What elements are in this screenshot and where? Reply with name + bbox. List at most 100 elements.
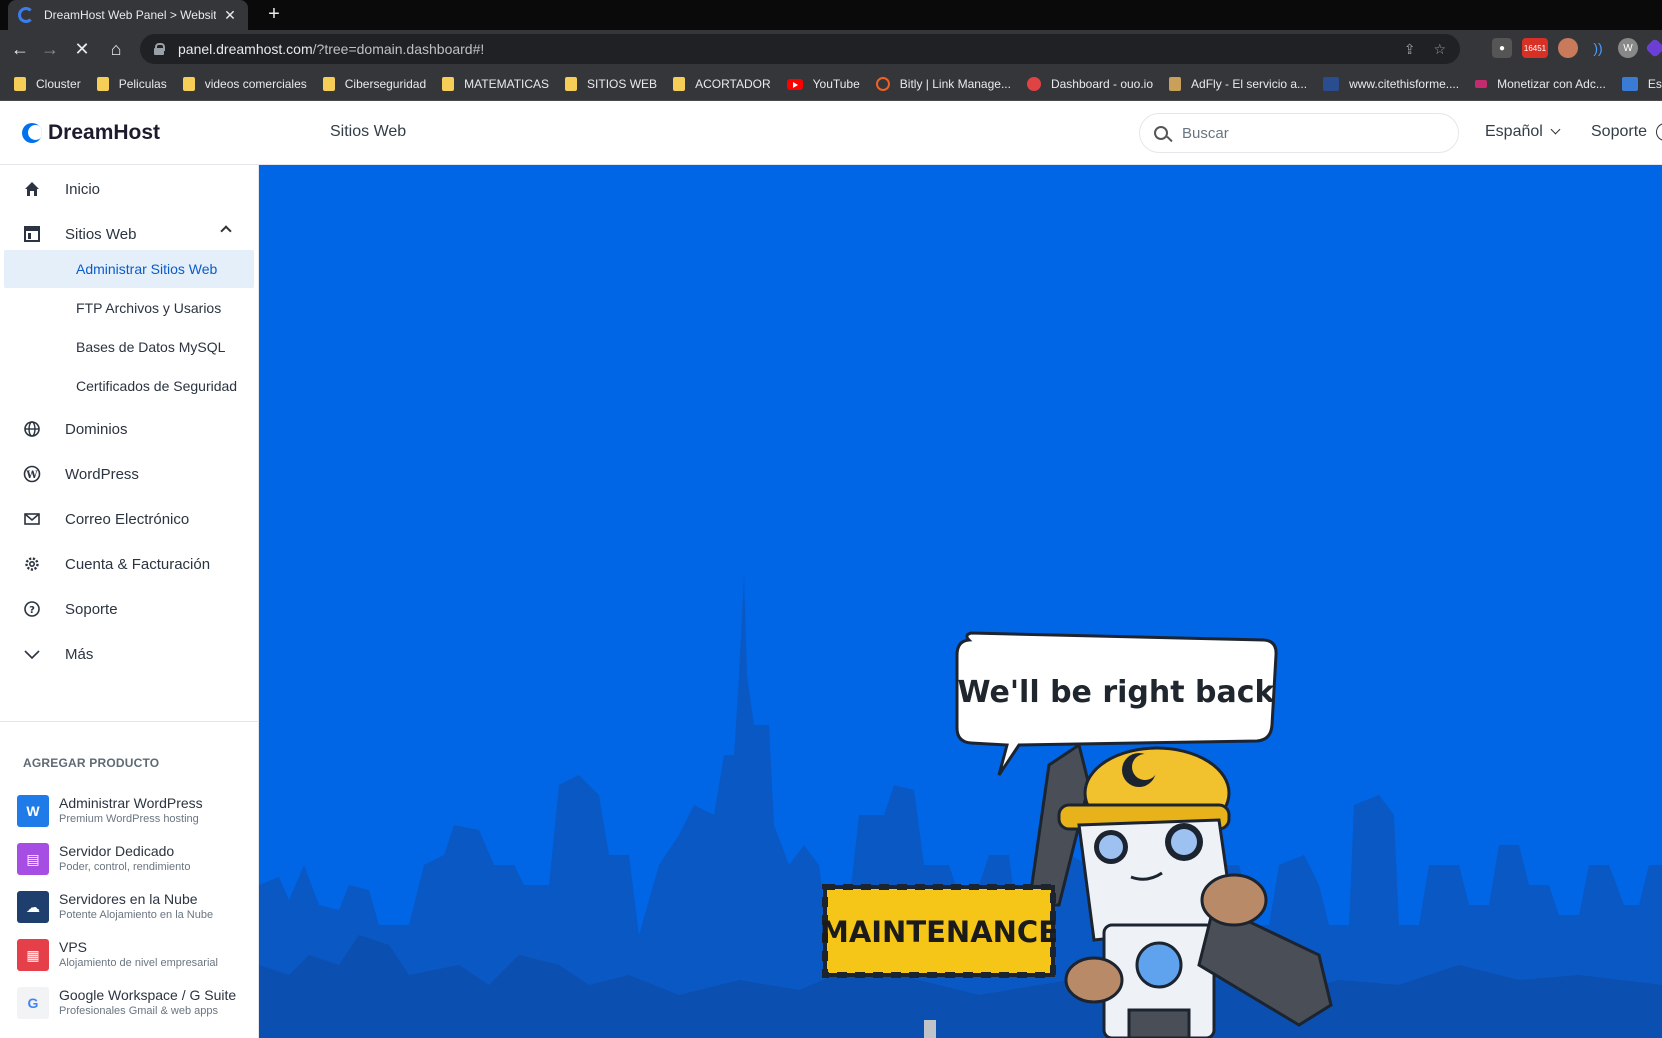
bubble-text: We'll be right back bbox=[958, 675, 1276, 710]
product-vps[interactable]: ▦ VPS Alojamiento de nivel empresarial bbox=[17, 939, 257, 983]
close-tab-icon[interactable]: ✕ bbox=[222, 7, 238, 24]
stop-loading-icon[interactable]: ✕ bbox=[70, 38, 94, 60]
globe-icon bbox=[22, 419, 42, 439]
bookmark-item[interactable]: ACORTADOR bbox=[673, 77, 771, 91]
ouo-icon bbox=[1026, 77, 1041, 91]
bookmark-item[interactable]: Clouster bbox=[14, 77, 81, 91]
sidebar-item-label: Más bbox=[65, 645, 94, 663]
bookmark-label: ACORTADOR bbox=[695, 77, 771, 91]
browser-chrome: DreamHost Web Panel > Website ✕ + ← → ✕ … bbox=[0, 0, 1662, 101]
sidebar-item-label: Correo Electrónico bbox=[65, 510, 190, 528]
url-path: /?tree=domain.dashboard#! bbox=[312, 41, 485, 57]
wordpress-icon: W bbox=[22, 464, 42, 484]
bookmark-item[interactable]: SITIOS WEB bbox=[565, 77, 657, 91]
address-bar[interactable]: panel.dreamhost.com /?tree=domain.dashbo… bbox=[140, 34, 1460, 64]
subitem-administrar-sitios[interactable]: Administrar Sitios Web bbox=[4, 250, 254, 288]
star-icon[interactable]: ☆ bbox=[1433, 41, 1446, 58]
folder-icon bbox=[322, 77, 335, 91]
bookmark-item[interactable]: www.citethisforme.... bbox=[1323, 77, 1459, 91]
sidebar-item-wordpress[interactable]: W WordPress bbox=[0, 452, 258, 496]
chevron-down-icon bbox=[22, 644, 42, 664]
bookmark-item[interactable]: Monetizar con Adc... bbox=[1475, 77, 1606, 91]
folder-icon bbox=[673, 77, 686, 91]
folder-icon bbox=[442, 77, 455, 91]
loading-favicon-icon bbox=[18, 7, 34, 23]
wordpress-extension-icon[interactable]: W bbox=[1618, 38, 1638, 58]
support-link[interactable]: Soporte bbox=[1591, 123, 1662, 141]
adfly-icon bbox=[1169, 77, 1182, 91]
sidebar-item-label: Soporte bbox=[65, 600, 118, 618]
bookmark-item[interactable]: Escrito bbox=[1621, 77, 1662, 91]
product-google-workspace[interactable]: G Google Workspace / G Suite Profesionale… bbox=[17, 987, 257, 1031]
share-icon[interactable]: ⇪ bbox=[1404, 41, 1416, 58]
folder-icon bbox=[182, 77, 195, 91]
sidebar-item-label: Inicio bbox=[65, 180, 101, 198]
language-selector[interactable]: Español bbox=[1485, 123, 1561, 141]
wordpress-product-icon: W bbox=[17, 795, 49, 827]
cite-icon bbox=[1323, 77, 1340, 91]
folder-icon bbox=[14, 77, 26, 91]
bitly-icon bbox=[875, 77, 890, 91]
mail-badge-icon[interactable]: 16451 bbox=[1522, 38, 1548, 58]
subitem-ftp[interactable]: FTP Archivos y Usarios bbox=[4, 289, 254, 327]
bookmark-label: SITIOS WEB bbox=[587, 77, 658, 91]
extension-icon[interactable]: ● bbox=[1492, 38, 1512, 58]
google-product-icon: G bbox=[17, 987, 49, 1019]
diamond-extension-icon[interactable] bbox=[1645, 38, 1662, 58]
subitem-certificados[interactable]: Certificados de Seguridad bbox=[4, 367, 254, 405]
dreamhost-logo[interactable]: DreamHost bbox=[22, 121, 160, 145]
tab-title: DreamHost Web Panel > Website bbox=[44, 8, 216, 22]
new-tab-button[interactable]: + bbox=[262, 3, 286, 26]
sidebar-item-label: Dominios bbox=[65, 420, 128, 438]
bookmark-item[interactable]: Peliculas bbox=[96, 77, 167, 91]
product-cloud-servers[interactable]: ☁ Servidores en la Nube Potente Alojamien… bbox=[17, 891, 257, 935]
bookmark-item[interactable]: YouTube bbox=[786, 77, 860, 91]
home-icon[interactable]: ⌂ bbox=[104, 38, 128, 60]
search-input[interactable] bbox=[1182, 124, 1422, 142]
bookmark-label: Peliculas bbox=[118, 77, 167, 91]
panel-header: DreamHost Sitios Web Español Soporte bbox=[0, 101, 1662, 165]
back-arrow-icon[interactable]: ← bbox=[8, 38, 32, 60]
sidebar-item-label: Sitios Web bbox=[65, 225, 137, 243]
search-box[interactable] bbox=[1139, 113, 1459, 153]
sidebar-item-inicio[interactable]: Inicio bbox=[0, 167, 258, 211]
sidebar-item-dominios[interactable]: Dominios bbox=[0, 407, 258, 451]
svg-text:?: ? bbox=[29, 605, 35, 616]
bookmark-label: YouTube bbox=[812, 77, 860, 91]
product-desc: Alojamiento de nivel empresarial bbox=[59, 957, 218, 969]
browser-toolbar: ← → ✕ ⌂ panel.dreamhost.com /?tree=domai… bbox=[0, 30, 1662, 68]
bookmark-item[interactable]: Ciberseguridad bbox=[322, 77, 427, 91]
bookmark-item[interactable]: videos comerciales bbox=[182, 77, 307, 91]
sidebar-item-label: Cuenta & Facturación bbox=[65, 555, 211, 573]
bookmark-item[interactable]: MATEMATICAS bbox=[442, 77, 549, 91]
bookmark-item[interactable]: AdFly - El servicio a... bbox=[1169, 77, 1307, 91]
chevron-up-icon[interactable] bbox=[220, 225, 232, 237]
url-host: panel.dreamhost.com bbox=[178, 41, 313, 57]
bookmarks-bar: Clouster Peliculas videos comerciales Ci… bbox=[0, 68, 1662, 101]
bookmark-label: Ciberseguridad bbox=[344, 77, 427, 91]
forward-arrow-icon[interactable]: → bbox=[38, 38, 62, 60]
wave-extension-icon[interactable]: )) bbox=[1588, 38, 1608, 58]
bookmark-label: Clouster bbox=[36, 77, 81, 91]
sidebar-item-soporte[interactable]: ? Soporte bbox=[0, 587, 258, 631]
bookmark-label: Dashboard - ouo.io bbox=[1050, 77, 1154, 91]
browser-tab[interactable]: DreamHost Web Panel > Website ✕ bbox=[8, 0, 248, 30]
sidebar-item-mas[interactable]: Más bbox=[0, 632, 258, 676]
maintenance-illustration: We'll be right back MAINTENANCE bbox=[259, 165, 1662, 1038]
avatar-extension-icon[interactable] bbox=[1558, 38, 1578, 58]
sidebar: Inicio Sitios Web Administrar Sitios Web… bbox=[0, 165, 259, 1038]
sidebar-item-correo[interactable]: Correo Electrónico bbox=[0, 497, 258, 541]
product-desc: Potente Alojamiento en la Nube bbox=[59, 909, 214, 921]
sidebar-item-cuenta[interactable]: Cuenta & Facturación bbox=[0, 542, 258, 586]
product-name: Servidor Dedicado bbox=[59, 843, 175, 859]
product-managed-wordpress[interactable]: W Administrar WordPress Premium WordPress… bbox=[17, 795, 257, 839]
chevron-down-icon bbox=[1550, 124, 1561, 135]
subitem-mysql[interactable]: Bases de Datos MySQL bbox=[4, 328, 254, 366]
product-dedicated-server[interactable]: ▤ Servidor Dedicado Poder, control, rendi… bbox=[17, 843, 257, 887]
product-desc: Premium WordPress hosting bbox=[59, 813, 199, 825]
dreamhost-panel: DreamHost Sitios Web Español Soporte Ini… bbox=[0, 101, 1662, 1038]
bookmark-item[interactable]: Dashboard - ouo.io bbox=[1026, 77, 1154, 91]
lock-icon bbox=[154, 43, 165, 55]
bookmark-item[interactable]: Bitly | Link Manage... bbox=[875, 77, 1011, 91]
cloud-product-icon: ☁ bbox=[17, 891, 49, 923]
